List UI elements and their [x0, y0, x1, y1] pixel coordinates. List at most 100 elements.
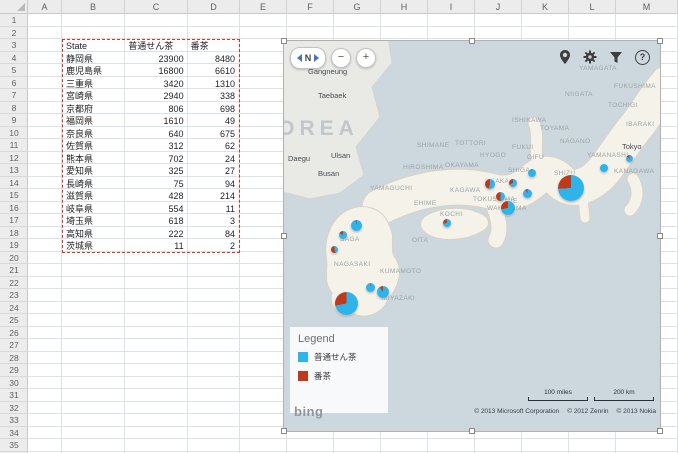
selection-handle[interactable] [657, 38, 663, 44]
row-header-27[interactable]: 27 [0, 339, 28, 352]
column-header-B[interactable]: B [62, 0, 125, 14]
row-header-1[interactable]: 1 [0, 14, 28, 27]
map-canvas[interactable]: KOREAGangneungTaebaekDaeguUlsanBusanToky… [284, 41, 660, 431]
column-header-G[interactable]: G [334, 0, 381, 14]
selection-handle[interactable] [281, 38, 287, 44]
row-header-6[interactable]: 6 [0, 77, 28, 90]
select-all-corner[interactable] [0, 0, 28, 14]
row-header-33[interactable]: 33 [0, 414, 28, 427]
table-cell[interactable]: 84 [188, 228, 239, 241]
table-cell[interactable]: 8480 [188, 53, 239, 66]
location-pin-icon[interactable] [559, 49, 571, 65]
row-header-32[interactable]: 32 [0, 402, 28, 415]
row-header-24[interactable]: 24 [0, 302, 28, 315]
table-cell[interactable]: 番茶 [188, 40, 239, 53]
row-header-7[interactable]: 7 [0, 89, 28, 102]
table-cell[interactable]: 京都府 [63, 103, 125, 116]
table-cell[interactable]: 滋賀県 [63, 190, 125, 203]
row-header-5[interactable]: 5 [0, 64, 28, 77]
table-cell[interactable]: State [63, 40, 125, 53]
column-header-L[interactable]: L [569, 0, 616, 14]
table-cell[interactable]: 佐賀県 [63, 140, 125, 153]
pie-ibaraki[interactable] [626, 155, 633, 162]
row-header-3[interactable]: 3 [0, 39, 28, 52]
pie-kumamoto[interactable] [366, 283, 375, 292]
map-legend[interactable]: Legend 普通せん茶番茶 [290, 327, 388, 413]
row-header-23[interactable]: 23 [0, 289, 28, 302]
row-header-19[interactable]: 19 [0, 239, 28, 252]
row-header-12[interactable]: 12 [0, 152, 28, 165]
selection-handle[interactable] [281, 428, 287, 434]
row-header-4[interactable]: 4 [0, 52, 28, 65]
table-cell[interactable]: 16800 [125, 65, 187, 78]
table-cell[interactable]: 埼玉県 [63, 215, 125, 228]
column-header-C[interactable]: C [125, 0, 188, 14]
table-cell[interactable]: 11 [125, 240, 187, 253]
row-header-14[interactable]: 14 [0, 177, 28, 190]
table-cell[interactable]: 熊本県 [63, 153, 125, 166]
table-cell[interactable]: 岐阜県 [63, 203, 125, 216]
row-header-22[interactable]: 22 [0, 277, 28, 290]
table-cell[interactable]: 49 [188, 115, 239, 128]
row-header-30[interactable]: 30 [0, 377, 28, 390]
table-cell[interactable]: 312 [125, 140, 187, 153]
table-cell[interactable]: 554 [125, 203, 187, 216]
table-cell[interactable]: 普通せん茶 [125, 40, 187, 53]
pie-shizuoka[interactable] [558, 175, 584, 201]
pie-kagoshima[interactable] [335, 292, 358, 315]
table-cell[interactable]: 24 [188, 153, 239, 166]
table-cell[interactable]: 静岡県 [63, 53, 125, 66]
map-chart-object[interactable]: KOREAGangneungTaebaekDaeguUlsanBusanToky… [283, 40, 661, 432]
pie-nara[interactable] [496, 192, 505, 201]
column-header-E[interactable]: E [240, 0, 287, 14]
table-cell[interactable]: 75 [125, 178, 187, 191]
pie-miyazaki[interactable] [377, 286, 389, 298]
pie-mie[interactable] [501, 201, 515, 215]
row-header-26[interactable]: 26 [0, 327, 28, 340]
column-header-I[interactable]: I [428, 0, 475, 14]
table-cell[interactable]: 94 [188, 178, 239, 191]
rotate-right-icon[interactable] [314, 54, 319, 62]
table-cell[interactable]: 愛知県 [63, 165, 125, 178]
column-header-H[interactable]: H [381, 0, 428, 14]
row-header-31[interactable]: 31 [0, 389, 28, 402]
column-header-J[interactable]: J [475, 0, 522, 14]
pie-fukuoka[interactable] [351, 220, 362, 231]
row-header-21[interactable]: 21 [0, 264, 28, 277]
table-cell[interactable]: 27 [188, 165, 239, 178]
row-header-20[interactable]: 20 [0, 252, 28, 265]
table-cell[interactable]: 2 [188, 240, 239, 253]
row-header-16[interactable]: 16 [0, 202, 28, 215]
table-cell[interactable]: 62 [188, 140, 239, 153]
table-cell[interactable]: 806 [125, 103, 187, 116]
row-header-25[interactable]: 25 [0, 314, 28, 327]
pie-gifu[interactable] [528, 169, 536, 177]
filter-funnel-icon[interactable] [609, 51, 623, 64]
row-header-11[interactable]: 11 [0, 139, 28, 152]
row-header-8[interactable]: 8 [0, 102, 28, 115]
column-header-M[interactable]: M [616, 0, 678, 14]
zoom-in-button[interactable]: + [356, 48, 376, 68]
table-cell[interactable]: 702 [125, 153, 187, 166]
row-header-29[interactable]: 29 [0, 364, 28, 377]
table-cell[interactable]: 675 [188, 128, 239, 141]
zoom-out-button[interactable]: − [331, 48, 351, 68]
row-header-34[interactable]: 34 [0, 427, 28, 440]
help-icon[interactable]: ? [635, 50, 650, 65]
column-header-D[interactable]: D [188, 0, 240, 14]
column-header-A[interactable]: A [28, 0, 62, 14]
table-cell[interactable]: 698 [188, 103, 239, 116]
row-header-2[interactable]: 2 [0, 27, 28, 40]
table-cell[interactable]: 1310 [188, 78, 239, 91]
table-cell[interactable]: 長崎県 [63, 178, 125, 191]
table-cell[interactable]: 11 [188, 203, 239, 216]
pie-saitama[interactable] [600, 164, 608, 172]
table-cell[interactable]: 三重県 [63, 78, 125, 91]
selection-handle[interactable] [657, 233, 663, 239]
table-cell[interactable]: 鹿児島県 [63, 65, 125, 78]
row-header-35[interactable]: 35 [0, 439, 28, 452]
selection-handle[interactable] [469, 428, 475, 434]
row-header-18[interactable]: 18 [0, 227, 28, 240]
table-cell[interactable]: 高知県 [63, 228, 125, 241]
table-cell[interactable]: 2940 [125, 90, 187, 103]
